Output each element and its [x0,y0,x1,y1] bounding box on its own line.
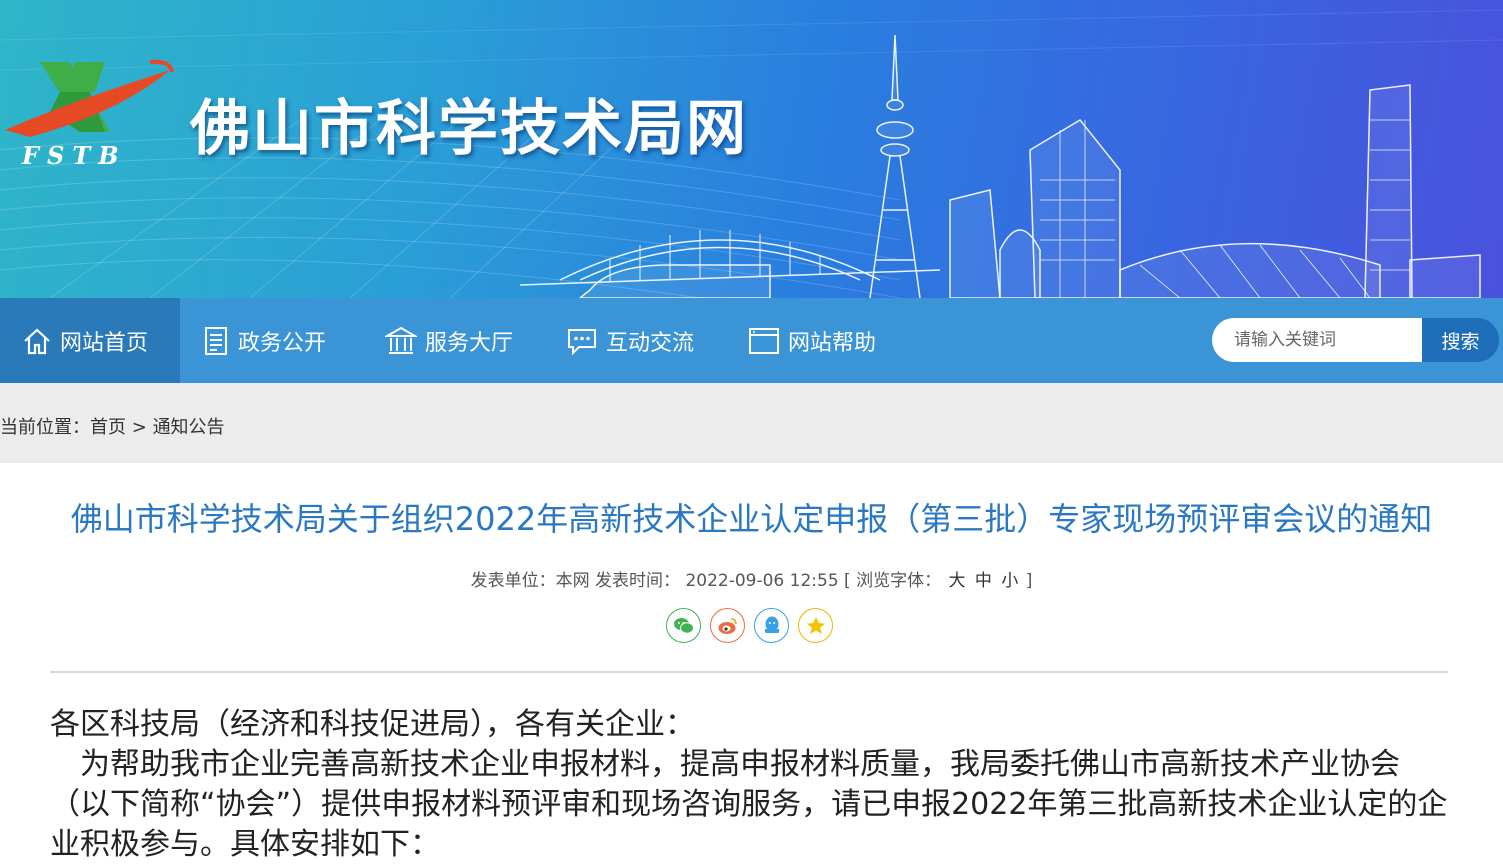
meta-time: 2022-09-06 12:55 [685,571,839,591]
search-button[interactable]: 搜索 [1422,318,1499,362]
article-meta: 发表单位：本网 发表时间： 2022-09-06 12:55 [ 浏览字体： 大… [0,566,1503,591]
breadcrumb-separator: > [131,417,147,438]
font-size-medium[interactable]: 中 [975,571,992,591]
article-body: 各区科技局（经济和科技促进局），各有关企业： 为帮助我市企业完善高新技术企业申报… [50,705,1450,865]
article-paragraph: 为帮助我市企业完善高新技术企业申报材料，提高申报材料质量，我局委托佛山市高新技术… [50,747,1448,862]
nav-item-help[interactable]: 网站帮助 [748,298,876,383]
breadcrumb-current-link[interactable]: 通知公告 [153,417,225,438]
meta-unit: 本网 [555,571,590,591]
chat-icon [568,328,596,355]
share-weibo-button[interactable] [710,608,745,643]
font-size-small[interactable]: 小 [1001,571,1018,591]
home-icon [24,328,50,354]
svg-text:FSTB: FSTB [21,141,127,170]
window-icon [749,327,779,354]
meta-time-label: 发表时间： [595,571,681,591]
article-paragraph: 各区科技局（经济和科技促进局），各有关企业： [50,707,695,742]
nav-item-home[interactable]: 网站首页 [0,298,180,383]
city-skyline-illustration [520,34,1481,298]
nav-label: 网站帮助 [788,330,877,356]
weibo-icon [718,617,737,634]
nav-label: 服务大厅 [425,330,514,356]
wechat-icon [673,617,694,634]
qzone-icon [806,616,825,634]
header-banner: FSTB 佛山市科学技术局网 [0,0,1503,298]
nav-item-service-hall[interactable]: 服务大厅 [385,298,513,383]
breadcrumb: 当前位置：首页 > 通知公告 [0,413,225,439]
nav-label: 网站首页 [60,330,149,356]
main-nav: 网站首页 政务公开 服务大厅 互动交流 网站帮助 搜索 [0,298,1503,383]
breadcrumb-home-link[interactable]: 首页 [90,417,126,438]
font-size-large[interactable]: 大 [949,571,966,591]
share-buttons [666,608,833,643]
document-icon [205,326,227,355]
nav-label: 政务公开 [238,330,327,356]
share-wechat-button[interactable] [666,608,701,643]
meta-unit-label: 发表单位： [470,571,556,591]
building-icon [385,326,417,354]
meta-font-close: ] [1025,571,1033,591]
qq-icon [764,616,779,633]
search-input[interactable] [1212,318,1422,362]
share-qzone-button[interactable] [798,608,833,643]
article-title: 佛山市科学技术局关于组织2022年高新技术企业认定申报（第三批）专家现场预评审会… [70,500,1433,538]
breadcrumb-prefix: 当前位置： [0,417,90,438]
nav-item-interaction[interactable]: 互动交流 [566,298,694,383]
fstb-logo: FSTB [5,59,174,170]
nav-item-government-affairs[interactable]: 政务公开 [202,298,326,383]
nav-label: 互动交流 [606,330,695,356]
breadcrumb-bar: 当前位置：首页 > 通知公告 [0,383,1503,463]
meta-font-label: [ 浏览字体： [844,571,942,591]
content-divider [50,671,1448,673]
share-qq-button[interactable] [754,608,789,643]
